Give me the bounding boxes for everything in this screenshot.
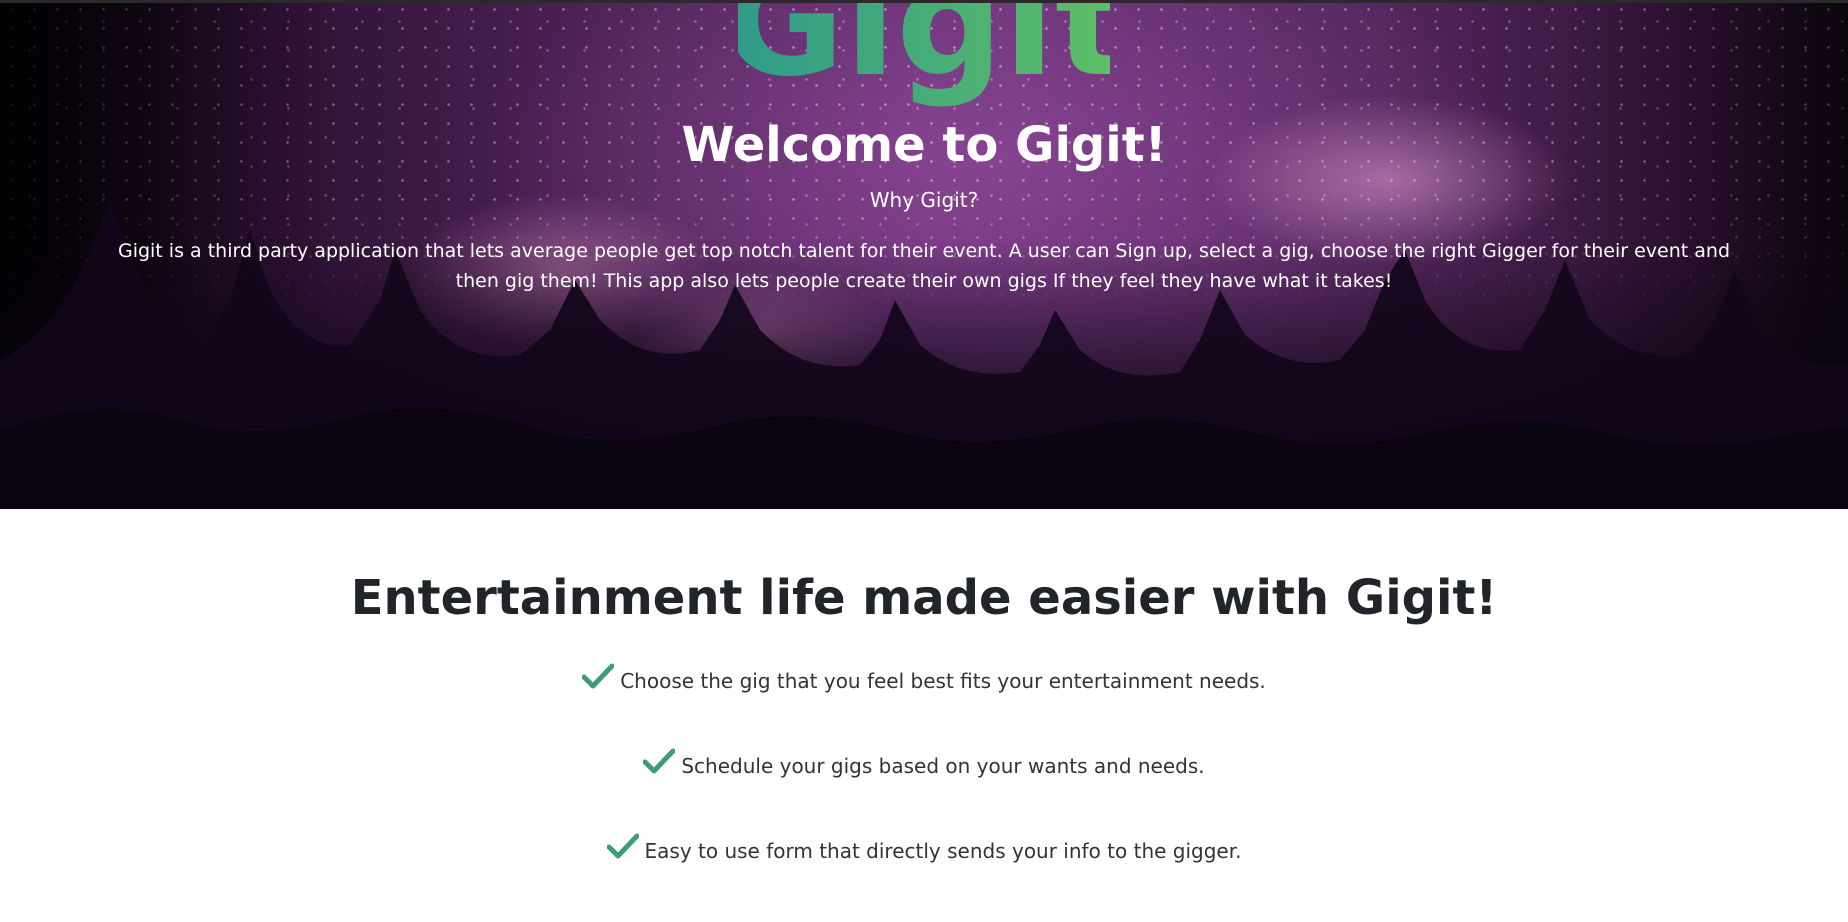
hero-section: Gigit Welcome to Gigit! Why Gigit? Gigit… xyxy=(0,0,1848,509)
features-title: Entertainment life made easier with Gigi… xyxy=(350,570,1498,626)
check-icon xyxy=(643,748,676,774)
features-list: Choose the gig that you feel best fits y… xyxy=(0,663,1848,922)
feature-text: Choose the gig that you feel best fits y… xyxy=(620,669,1266,693)
svg-text:Gigit: Gigit xyxy=(738,0,1110,110)
feature-item: Easy to use form that directly sends you… xyxy=(0,833,1848,922)
top-border xyxy=(0,0,1848,3)
hero-description: Gigit is a third party application that … xyxy=(117,240,1731,292)
hero-subtitle: Why Gigit? xyxy=(869,188,979,212)
feature-item: Schedule your gigs based on your wants a… xyxy=(0,748,1848,837)
feature-text: Schedule your gigs based on your wants a… xyxy=(681,754,1205,778)
feature-item: Choose the gig that you feel best fits y… xyxy=(0,663,1848,752)
check-icon xyxy=(606,833,639,859)
check-icon xyxy=(582,663,615,689)
feature-text: Easy to use form that directly sends you… xyxy=(644,839,1242,863)
hero-title: Welcome to Gigit! xyxy=(681,117,1167,173)
gigit-logo: Gigit xyxy=(738,0,1110,110)
